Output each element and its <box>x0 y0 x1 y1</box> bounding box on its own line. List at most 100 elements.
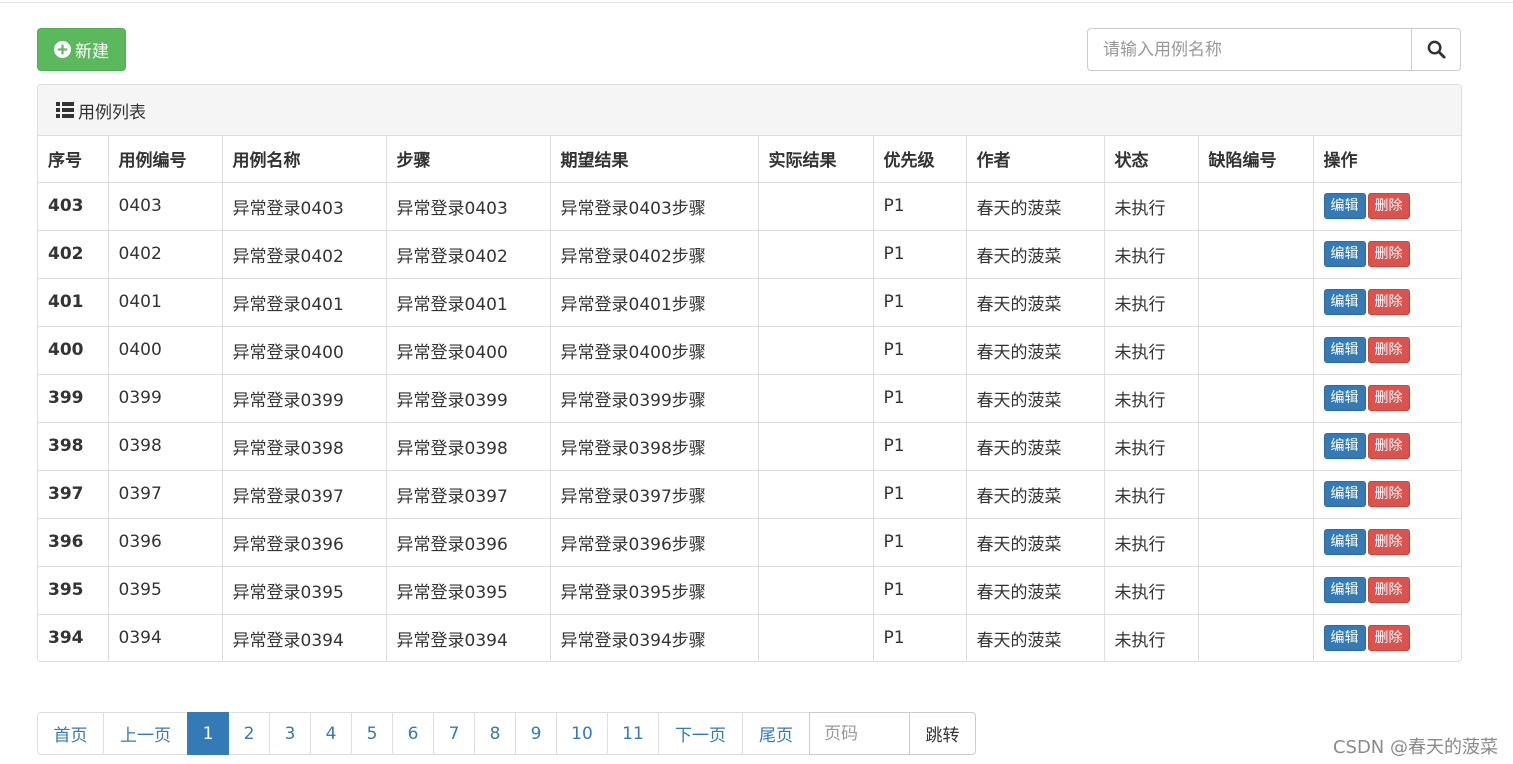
page-link-7[interactable]: 7 <box>433 712 475 755</box>
delete-button[interactable]: 删除 <box>1367 337 1410 363</box>
table-row: 400 0400 异常登录0400 异常登录0400 异常登录0400步骤 P1 春天的菠菜… <box>38 326 1461 375</box>
case-priority-cell: P1 <box>873 278 967 327</box>
case-priority-cell: P1 <box>873 182 967 231</box>
case-actual-cell <box>758 422 874 471</box>
edit-button[interactable]: 编辑 <box>1323 433 1366 459</box>
delete-button[interactable]: 删除 <box>1367 577 1410 603</box>
page-link-6[interactable]: 6 <box>392 712 434 755</box>
case-priority-cell: P1 <box>873 422 967 471</box>
case-id-cell: 0395 <box>108 566 223 615</box>
page-link-5[interactable]: 5 <box>351 712 393 755</box>
column-header: 期望结果 <box>550 136 759 183</box>
delete-button[interactable]: 删除 <box>1367 625 1410 652</box>
page-link-4[interactable]: 4 <box>310 712 352 755</box>
edit-button[interactable]: 编辑 <box>1323 529 1366 555</box>
column-header: 实际结果 <box>758 136 874 183</box>
edit-button[interactable]: 编辑 <box>1323 481 1366 507</box>
delete-button[interactable]: 删除 <box>1367 289 1410 315</box>
case-name-cell: 异常登录0395 <box>222 566 387 615</box>
case-status-cell: 未执行 <box>1104 470 1199 519</box>
delete-button[interactable]: 删除 <box>1367 241 1410 267</box>
case-seq-cell: 395 <box>38 566 109 615</box>
case-defect-cell <box>1198 518 1314 567</box>
case-actions-cell: 编辑 删除 <box>1313 518 1461 567</box>
prev-page-link[interactable]: 上一页 <box>103 712 188 755</box>
case-expected-cell: 异常登录0395步骤 <box>550 566 759 615</box>
case-author-cell: 春天的菠菜 <box>966 278 1105 327</box>
case-defect-cell <box>1198 278 1314 327</box>
case-actions-cell: 编辑 删除 <box>1313 182 1461 231</box>
case-expected-cell: 异常登录0399步骤 <box>550 374 759 423</box>
new-button[interactable]: 新建 <box>37 28 126 71</box>
column-header: 用例编号 <box>108 136 223 183</box>
edit-button[interactable]: 编辑 <box>1323 577 1366 603</box>
case-actual-cell <box>758 566 874 615</box>
column-header: 缺陷编号 <box>1198 136 1314 183</box>
case-seq-cell: 402 <box>38 230 109 279</box>
table-header-row: 序号 用例编号 用例名称 步骤 期望结果 实际结果 优先级 作者 状态 缺陷编号… <box>38 136 1461 183</box>
page-link-10[interactable]: 10 <box>556 712 608 755</box>
page-link-3[interactable]: 3 <box>269 712 311 755</box>
page-link-11[interactable]: 11 <box>607 712 659 755</box>
page-link-9[interactable]: 9 <box>515 712 557 755</box>
case-actual-cell <box>758 230 874 279</box>
edit-button[interactable]: 编辑 <box>1323 289 1366 315</box>
jump-button[interactable]: 跳转 <box>909 712 976 755</box>
case-name-cell: 异常登录0397 <box>222 470 387 519</box>
last-page-link[interactable]: 尾页 <box>742 712 810 755</box>
search-input[interactable] <box>1087 28 1411 71</box>
column-header: 用例名称 <box>222 136 387 183</box>
table-row: 398 0398 异常登录0398 异常登录0398 异常登录0398步骤 P1 春天的菠菜… <box>38 422 1461 471</box>
case-seq-cell: 399 <box>38 374 109 423</box>
case-actual-cell <box>758 182 874 231</box>
column-header: 序号 <box>38 136 109 183</box>
delete-button[interactable]: 删除 <box>1367 529 1410 555</box>
panel-heading: 用例列表 <box>38 85 1461 136</box>
case-id-cell: 0402 <box>108 230 223 279</box>
case-expected-cell: 异常登录0400步骤 <box>550 326 759 375</box>
delete-button[interactable]: 删除 <box>1367 433 1410 459</box>
case-priority-cell: P1 <box>873 566 967 615</box>
case-author-cell: 春天的菠菜 <box>966 470 1105 519</box>
case-status-cell: 未执行 <box>1104 422 1199 471</box>
case-status-cell: 未执行 <box>1104 278 1199 327</box>
case-table: 序号 用例编号 用例名称 步骤 期望结果 实际结果 优先级 作者 状态 缺陷编号… <box>38 136 1461 661</box>
edit-button[interactable]: 编辑 <box>1323 241 1366 267</box>
edit-button[interactable]: 编辑 <box>1323 625 1366 652</box>
case-status-cell: 未执行 <box>1104 182 1199 231</box>
case-id-cell: 0400 <box>108 326 223 375</box>
case-id-cell: 0401 <box>108 278 223 327</box>
page-link-1[interactable]: 1 <box>187 712 229 755</box>
case-seq-cell: 394 <box>38 614 109 661</box>
case-expected-cell: 异常登录0394步骤 <box>550 614 759 661</box>
case-defect-cell <box>1198 374 1314 423</box>
next-page-link[interactable]: 下一页 <box>658 712 743 755</box>
edit-button[interactable]: 编辑 <box>1323 337 1366 363</box>
top-divider <box>0 0 1513 3</box>
search-button[interactable] <box>1411 28 1461 71</box>
page-link-8[interactable]: 8 <box>474 712 516 755</box>
first-page-link[interactable]: 首页 <box>37 712 104 755</box>
case-seq-cell: 401 <box>38 278 109 327</box>
case-actions-cell: 编辑 删除 <box>1313 278 1461 327</box>
delete-button[interactable]: 删除 <box>1367 193 1410 219</box>
column-header: 作者 <box>966 136 1105 183</box>
table-row: 402 0402 异常登录0402 异常登录0402 异常登录0402步骤 P1 春天的菠菜… <box>38 230 1461 279</box>
case-actions-cell: 编辑 删除 <box>1313 422 1461 471</box>
page-number-input[interactable] <box>809 712 910 755</box>
case-steps-cell: 异常登录0395 <box>386 566 551 615</box>
table-row: 396 0396 异常登录0396 异常登录0396 异常登录0396步骤 P1 春天的菠菜… <box>38 518 1461 567</box>
edit-button[interactable]: 编辑 <box>1323 385 1366 411</box>
edit-button[interactable]: 编辑 <box>1323 193 1366 219</box>
case-actual-cell <box>758 518 874 567</box>
case-priority-cell: P1 <box>873 374 967 423</box>
new-button-label: 新建 <box>75 42 109 62</box>
delete-button[interactable]: 删除 <box>1367 385 1410 411</box>
table-row: 395 0395 异常登录0395 异常登录0395 异常登录0395步骤 P1 春天的菠菜… <box>38 566 1461 615</box>
page-link-2[interactable]: 2 <box>228 712 270 755</box>
case-author-cell: 春天的菠菜 <box>966 566 1105 615</box>
case-author-cell: 春天的菠菜 <box>966 614 1105 661</box>
case-actions-cell: 编辑 删除 <box>1313 374 1461 423</box>
delete-button[interactable]: 删除 <box>1367 481 1410 507</box>
case-defect-cell <box>1198 326 1314 375</box>
